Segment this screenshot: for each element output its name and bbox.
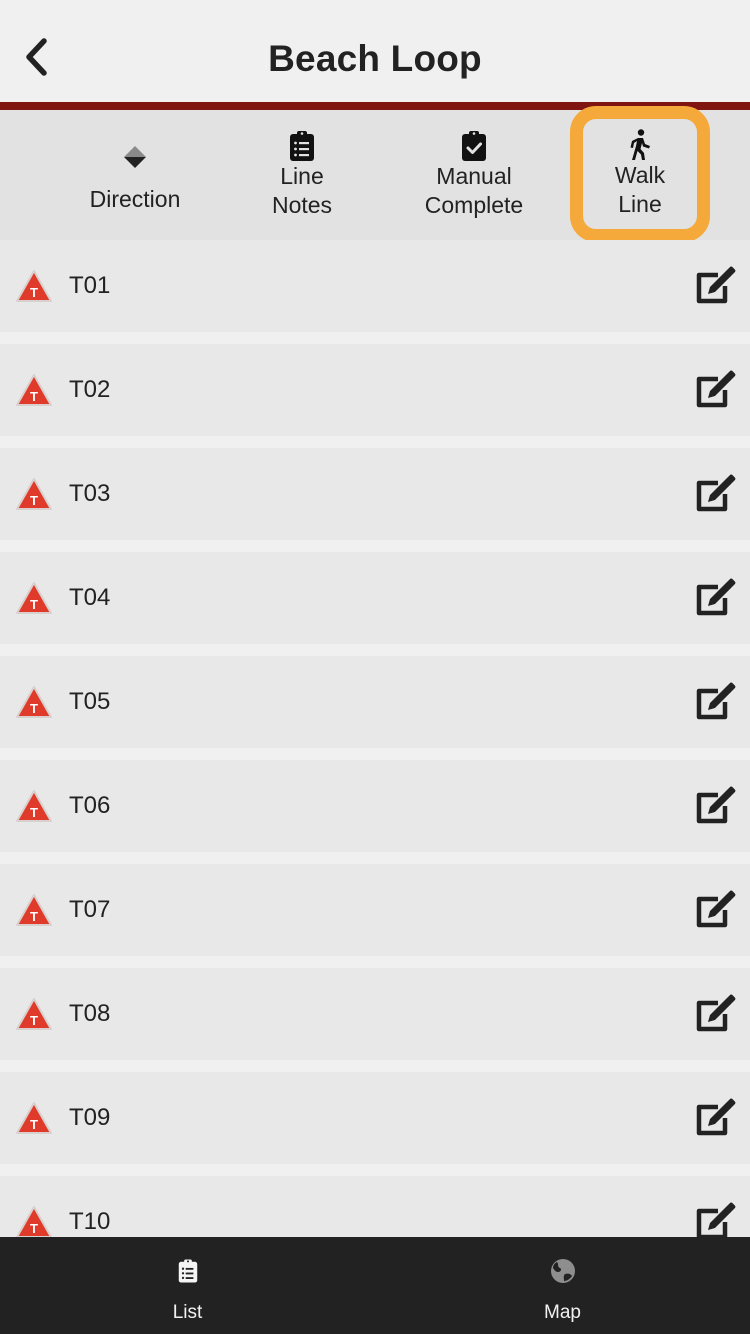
direction-diamond-icon (124, 145, 146, 168)
manual-complete-button[interactable]: Manual Complete (400, 110, 548, 240)
page-title: Beach Loop (268, 38, 482, 79)
item-name: T09 (69, 1104, 111, 1131)
clipboard-list-icon (290, 131, 314, 161)
list-item[interactable]: T T03 (0, 448, 750, 540)
globe-icon (550, 1259, 575, 1283)
list-item[interactable]: T T07 (0, 864, 750, 956)
direction-label: Direction (89, 185, 181, 212)
svg-text:T: T (30, 389, 38, 404)
svg-text:T: T (30, 909, 38, 924)
edit-icon[interactable] (694, 890, 736, 930)
list-item[interactable]: T T05 (0, 656, 750, 748)
svg-text:T: T (30, 493, 38, 508)
manual-complete-label: Manual Complete (424, 163, 524, 218)
item-name: T07 (69, 896, 111, 923)
edit-icon[interactable] (694, 786, 736, 826)
list-item[interactable]: T T10 (0, 1176, 750, 1238)
edit-icon[interactable] (694, 578, 736, 618)
svg-text:T: T (30, 1221, 38, 1236)
edit-icon[interactable] (694, 1202, 736, 1238)
svg-text:T: T (30, 1013, 38, 1028)
svg-text:T: T (30, 1117, 38, 1132)
item-name: T01 (69, 272, 111, 299)
item-name: T06 (69, 792, 111, 819)
list-item[interactable]: T T09 (0, 1072, 750, 1164)
warning-triangle-icon: T (16, 686, 52, 718)
walk-line-button[interactable]: Walk Line (572, 107, 708, 240)
line-notes-button[interactable]: Line Notes (232, 110, 372, 240)
warning-triangle-icon: T (16, 478, 52, 510)
tab-list[interactable]: List (0, 1237, 375, 1334)
edit-icon[interactable] (694, 682, 736, 722)
svg-text:T: T (30, 701, 38, 716)
tab-map[interactable]: Map (375, 1237, 750, 1334)
svg-text:T: T (30, 597, 38, 612)
walk-line-label: Walk Line (614, 161, 666, 217)
warning-triangle-icon: T (16, 270, 52, 302)
edit-icon[interactable] (694, 994, 736, 1034)
line-notes-label: Line Notes (271, 163, 333, 218)
list-item[interactable]: T T01 (0, 240, 750, 332)
warning-triangle-icon: T (16, 1206, 52, 1238)
item-name: T10 (69, 1208, 111, 1235)
svg-text:T: T (30, 805, 38, 820)
list-item[interactable]: T T06 (0, 760, 750, 852)
item-name: T04 (69, 584, 111, 611)
tab-map-label: Map (544, 1302, 581, 1323)
list-item[interactable]: T T04 (0, 552, 750, 644)
item-name: T02 (69, 376, 111, 403)
svg-text:T: T (30, 285, 38, 300)
waypoint-list[interactable]: T T01 T T02 T T03 T T04 T T05 T T06 T T0… (0, 240, 750, 1238)
clipboard-list-icon (178, 1259, 197, 1283)
toolbar: Direction Line Notes Manual Complete Wal… (0, 110, 750, 240)
warning-triangle-icon: T (16, 374, 52, 406)
direction-button[interactable]: Direction (60, 110, 210, 240)
edit-icon[interactable] (694, 370, 736, 410)
navbar: Beach Loop (0, 0, 750, 102)
item-name: T05 (69, 688, 111, 715)
warning-triangle-icon: T (16, 582, 52, 614)
warning-triangle-icon: T (16, 790, 52, 822)
list-item[interactable]: T T08 (0, 968, 750, 1060)
warning-triangle-icon: T (16, 1102, 52, 1134)
item-name: T08 (69, 1000, 111, 1027)
item-name: T03 (69, 480, 111, 507)
edit-icon[interactable] (694, 1098, 736, 1138)
list-item[interactable]: T T02 (0, 344, 750, 436)
warning-triangle-icon: T (16, 894, 52, 926)
warning-triangle-icon: T (16, 998, 52, 1030)
walking-person-icon (630, 128, 650, 160)
tab-bar: List Map (0, 1237, 750, 1334)
edit-icon[interactable] (694, 474, 736, 514)
tab-list-label: List (172, 1302, 203, 1323)
clipboard-check-icon (462, 131, 486, 161)
edit-icon[interactable] (694, 266, 736, 306)
